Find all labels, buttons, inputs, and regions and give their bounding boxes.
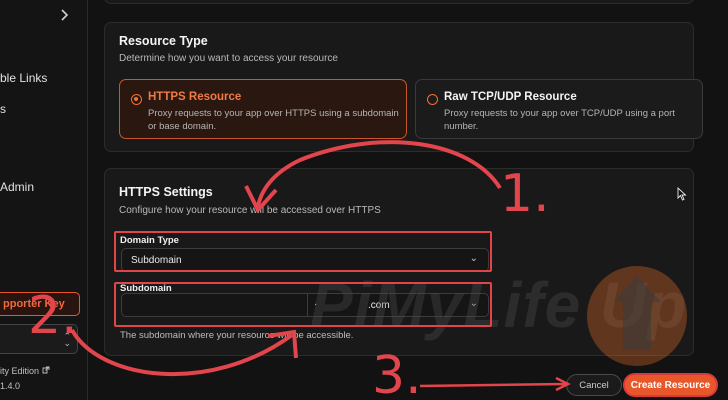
annotation-step-1: 1. <box>500 164 550 224</box>
mouse-cursor-icon <box>677 187 687 201</box>
annotation-step-3: 3. <box>372 346 422 400</box>
annotation-step-2: 2. <box>28 286 78 346</box>
annotation-arrows <box>70 140 571 392</box>
